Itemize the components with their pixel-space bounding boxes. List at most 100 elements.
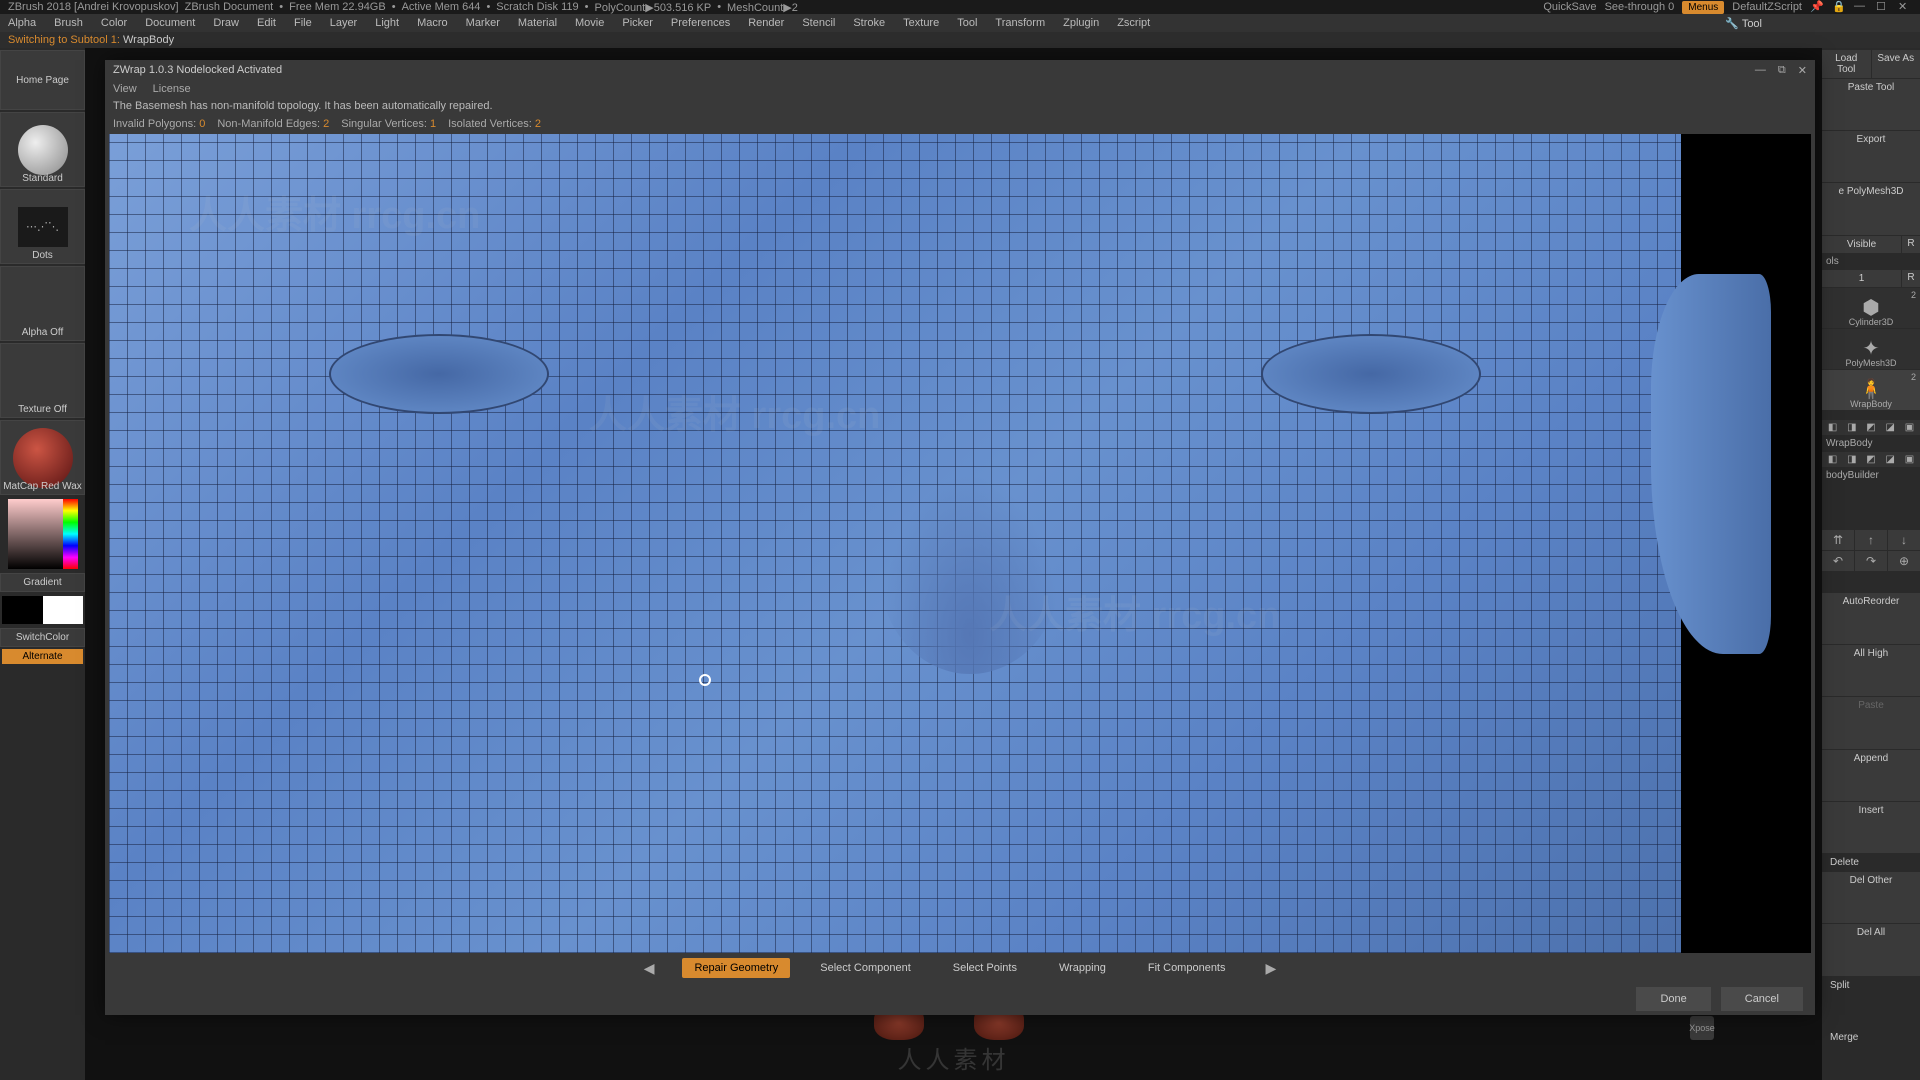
- eye-right: [1261, 334, 1481, 414]
- tool-swatch-polymesh[interactable]: ✦ PolyMesh3D: [1822, 329, 1920, 369]
- append-button[interactable]: Append: [1822, 750, 1920, 801]
- gradient-button[interactable]: Gradient: [0, 573, 85, 592]
- step-next-icon[interactable]: ▶: [1256, 960, 1287, 977]
- step-repair-geometry[interactable]: Repair Geometry: [682, 958, 790, 978]
- hue-slider[interactable]: [63, 499, 78, 569]
- paste-tool-button[interactable]: Paste Tool: [1822, 79, 1920, 130]
- menu-texture[interactable]: Texture: [903, 17, 939, 29]
- insert-button[interactable]: Insert: [1822, 802, 1920, 853]
- del-all-button[interactable]: Del All: [1822, 924, 1920, 975]
- menu-brush[interactable]: Brush: [54, 17, 83, 29]
- alpha-swatch[interactable]: Alpha Off: [0, 266, 85, 341]
- modal-menu-bar: View License: [105, 80, 1815, 98]
- alternate-button[interactable]: Alternate: [2, 649, 83, 664]
- menu-macro[interactable]: Macro: [417, 17, 448, 29]
- tool-swatch-wrapbody[interactable]: 2 🧍 WrapBody: [1822, 370, 1920, 410]
- maximize-icon[interactable]: ☐: [1876, 0, 1890, 14]
- menu-file[interactable]: File: [294, 17, 312, 29]
- save-as-button[interactable]: Save As: [1872, 50, 1920, 78]
- texture-swatch[interactable]: Texture Off: [0, 343, 85, 418]
- done-button[interactable]: Done: [1636, 987, 1710, 1011]
- modal-menu-view[interactable]: View: [113, 83, 137, 95]
- step-select-component[interactable]: Select Component: [808, 958, 923, 978]
- modal-minimize-icon[interactable]: —: [1755, 64, 1766, 77]
- menu-movie[interactable]: Movie: [575, 17, 604, 29]
- all-high-button[interactable]: All High: [1822, 645, 1920, 696]
- paste-button[interactable]: Paste: [1822, 697, 1920, 748]
- modal-popout-icon[interactable]: ⧉: [1778, 64, 1786, 77]
- menu-material[interactable]: Material: [518, 17, 557, 29]
- subtool-2-label[interactable]: bodyBuilder: [1822, 468, 1920, 483]
- default-zscript[interactable]: DefaultZScript: [1732, 1, 1802, 13]
- merge-button[interactable]: Merge: [1822, 1029, 1920, 1080]
- subtool-icon-row-2[interactable]: ◧◨◩◪▣: [1822, 452, 1920, 467]
- nav-up-icon[interactable]: ↑: [1855, 530, 1887, 550]
- polymesh3d-a-button[interactable]: e PolyMesh3D: [1822, 183, 1920, 234]
- menus-button[interactable]: Menus: [1682, 1, 1724, 14]
- nav-down-icon[interactable]: ↓: [1888, 530, 1920, 550]
- nav-left-icon[interactable]: ↶: [1822, 551, 1854, 571]
- subtool-1-label[interactable]: WrapBody: [1822, 436, 1920, 451]
- tool-swatch-cylinder[interactable]: 2 ⬢ Cylinder3D: [1822, 288, 1920, 328]
- material-swatch[interactable]: MatCap Red Wax: [0, 420, 85, 495]
- menu-tool[interactable]: Tool: [957, 17, 977, 29]
- nav-up-all-icon[interactable]: ⇈: [1822, 530, 1854, 550]
- step-select-points[interactable]: Select Points: [941, 958, 1029, 978]
- menu-render[interactable]: Render: [748, 17, 784, 29]
- menu-transform[interactable]: Transform: [995, 17, 1045, 29]
- modal-viewport[interactable]: 人人素材 rrcg.cn 人人素材 rrcg.cn 人人素材 rrcg.cn: [109, 134, 1811, 953]
- r-button-2[interactable]: R: [1902, 270, 1920, 287]
- menu-alpha[interactable]: Alpha: [8, 17, 36, 29]
- load-tool-button[interactable]: Load Tool: [1822, 50, 1871, 78]
- menu-zplugin[interactable]: Zplugin: [1063, 17, 1099, 29]
- menu-marker[interactable]: Marker: [466, 17, 500, 29]
- menu-picker[interactable]: Picker: [622, 17, 653, 29]
- black-swatch[interactable]: [2, 596, 43, 624]
- cancel-button[interactable]: Cancel: [1721, 987, 1803, 1011]
- see-through[interactable]: See-through 0: [1605, 1, 1675, 13]
- stroke-label: Dots: [32, 250, 53, 261]
- visible-button[interactable]: Visible: [1822, 236, 1901, 253]
- white-swatch[interactable]: [43, 596, 84, 624]
- menu-edit[interactable]: Edit: [257, 17, 276, 29]
- bw-swatches[interactable]: [2, 596, 83, 624]
- color-picker[interactable]: [8, 499, 78, 569]
- delete-button[interactable]: Delete: [1822, 854, 1920, 871]
- pin-icon[interactable]: 📌: [1810, 0, 1824, 14]
- nav-target-icon[interactable]: ⊕: [1888, 551, 1920, 571]
- menu-preferences[interactable]: Preferences: [671, 17, 730, 29]
- ols-label: ols: [1822, 254, 1920, 269]
- home-page-button[interactable]: Home Page: [0, 50, 85, 110]
- menu-zscript[interactable]: Zscript: [1117, 17, 1150, 29]
- modal-menu-license[interactable]: License: [153, 83, 191, 95]
- split-button[interactable]: Split: [1822, 977, 1920, 1028]
- switch-color-button[interactable]: SwitchColor: [0, 628, 85, 647]
- r-button-1[interactable]: R: [1902, 236, 1920, 253]
- close-icon[interactable]: ✕: [1898, 0, 1912, 14]
- menu-draw[interactable]: Draw: [213, 17, 239, 29]
- modal-close-icon[interactable]: ✕: [1798, 64, 1807, 77]
- lock-icon[interactable]: 🔒: [1832, 0, 1846, 14]
- nav-right-icon[interactable]: ↷: [1855, 551, 1887, 571]
- del-other-button[interactable]: Del Other: [1822, 872, 1920, 923]
- menu-layer[interactable]: Layer: [330, 17, 358, 29]
- menu-color[interactable]: Color: [101, 17, 127, 29]
- menu-document[interactable]: Document: [145, 17, 195, 29]
- step-prev-icon[interactable]: ◀: [634, 960, 665, 977]
- step-fit-components[interactable]: Fit Components: [1136, 958, 1238, 978]
- step-wrapping[interactable]: Wrapping: [1047, 958, 1118, 978]
- menu-light[interactable]: Light: [375, 17, 399, 29]
- subtool-icon-row-1[interactable]: ◧◨◩◪▣: [1822, 420, 1920, 435]
- xpose-button[interactable]: Xpose: [1690, 1016, 1714, 1040]
- brush-swatch[interactable]: Standard: [0, 112, 85, 187]
- menu-stroke[interactable]: Stroke: [853, 17, 885, 29]
- autoreorder-button[interactable]: AutoReorder: [1822, 593, 1920, 644]
- stroke-swatch[interactable]: ⋯⋰⋱ Dots: [0, 189, 85, 264]
- export-button[interactable]: Export: [1822, 131, 1920, 182]
- quicksave-button[interactable]: QuickSave: [1543, 1, 1596, 13]
- title-bar: ZBrush 2018 [Andrei Krovopuskov] ZBrush …: [0, 0, 1920, 14]
- num-1[interactable]: 1: [1822, 270, 1901, 287]
- minimize-icon[interactable]: —: [1854, 0, 1868, 14]
- modal-header[interactable]: ZWrap 1.0.3 Nodelocked Activated — ⧉ ✕: [105, 60, 1815, 80]
- menu-stencil[interactable]: Stencil: [802, 17, 835, 29]
